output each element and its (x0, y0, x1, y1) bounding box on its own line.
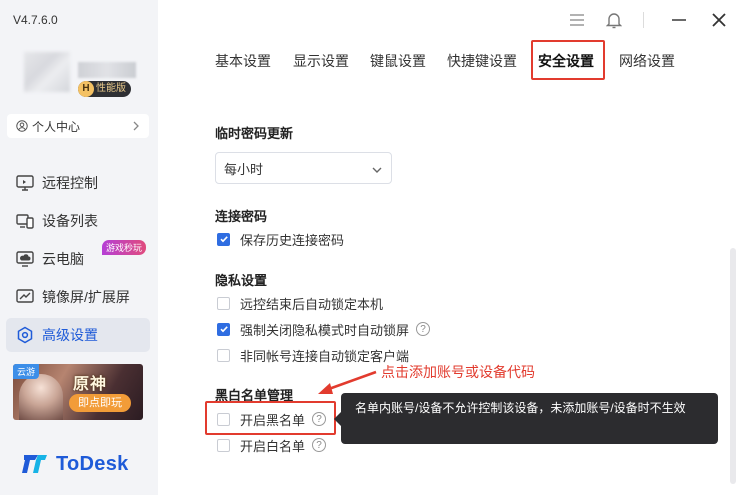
edition-label: 性能版 (96, 83, 126, 94)
tooltip-pointer (334, 412, 341, 426)
user-circle-icon (16, 120, 28, 132)
settings-gear-icon (14, 324, 36, 346)
force-lock-privacy-label: 强制关闭隐私模式时自动锁屏 (240, 322, 410, 338)
device-list-icon (14, 210, 36, 232)
chevron-right-icon (132, 120, 140, 135)
game-instant-play-tag: 游戏秒玩 (102, 240, 147, 255)
save-history-password-label: 保存历史连接密码 (240, 232, 345, 248)
sidebar: V4.7.6.0 H 性能版 个人中心 远程控制 设备列表 云电脑 游戏秒玩 镜… (0, 0, 158, 495)
tab-basic-settings[interactable]: 基本设置 (215, 51, 271, 71)
blacklist-highlight-box (205, 401, 336, 435)
personal-center-button[interactable]: 个人中心 (7, 114, 149, 138)
banner-title: 原神 (73, 374, 108, 393)
help-circle-icon[interactable]: ? (416, 322, 431, 336)
close-icon[interactable] (709, 10, 729, 30)
annotation-text: 点击添加账号或设备代码 (381, 364, 535, 380)
privacy-settings-title: 隐私设置 (215, 273, 268, 288)
auto-lock-client-checkbox[interactable] (217, 348, 230, 362)
todesk-logo-icon (22, 455, 47, 473)
sidebar-item-label: 云电脑 (42, 251, 84, 267)
mirror-screen-icon (14, 286, 36, 308)
brand-name: ToDesk (56, 452, 129, 475)
minimize-icon[interactable] (669, 10, 689, 30)
sidebar-item-mirror-screen[interactable]: 镜像屏/扩展屏 (6, 280, 150, 314)
security-tab-highlight-box (531, 40, 605, 80)
banner-play-button[interactable]: 即点即玩 (69, 394, 131, 412)
sidebar-item-remote-control[interactable]: 远程控制 (6, 166, 150, 200)
banner-character-image (19, 374, 63, 420)
brand-logo: ToDesk (22, 452, 129, 476)
app-version: V4.7.6.0 (13, 13, 58, 27)
auto-lock-after-remote-option[interactable]: 远控结束后自动锁定本机 (217, 294, 383, 312)
banner-corner-tag: 云游 (13, 364, 40, 379)
temp-password-title: 临时密码更新 (215, 126, 294, 141)
enable-whitelist-label: 开启白名单 (240, 438, 306, 454)
temp-password-interval-value: 每小时 (224, 161, 264, 177)
bell-icon[interactable] (604, 10, 624, 30)
auto-lock-after-remote-label: 远控结束后自动锁定本机 (240, 296, 384, 312)
edition-h-icon: H (78, 81, 94, 97)
sidebar-item-label: 远程控制 (42, 175, 98, 191)
edition-badge: H 性能版 (78, 81, 131, 97)
window-controls-divider (643, 12, 644, 28)
menu-icon[interactable] (567, 10, 587, 30)
sidebar-item-device-list[interactable]: 设备列表 (6, 204, 150, 238)
user-name-blurred (78, 62, 136, 78)
enable-whitelist-option[interactable]: 开启白名单 ? (217, 436, 327, 454)
tab-hotkey-settings[interactable]: 快捷键设置 (447, 51, 517, 71)
tab-network-settings[interactable]: 网络设置 (619, 51, 675, 71)
temp-password-interval-select[interactable]: 每小时 (215, 152, 392, 184)
monitor-remote-icon (14, 172, 36, 194)
tab-keyboard-mouse-settings[interactable]: 键鼠设置 (370, 51, 426, 71)
auto-lock-after-remote-checkbox[interactable] (217, 296, 230, 310)
sidebar-item-advanced-settings[interactable]: 高级设置 (6, 318, 150, 352)
scrollbar[interactable] (730, 248, 736, 484)
chevron-down-icon (371, 163, 383, 178)
help-circle-icon[interactable]: ? (312, 438, 327, 452)
cloud-pc-icon (14, 248, 36, 270)
force-lock-privacy-checkbox[interactable] (217, 322, 230, 336)
game-banner[interactable]: 云游 原神 即点即玩 (13, 364, 143, 420)
tab-display-settings[interactable]: 显示设置 (293, 51, 349, 71)
enable-whitelist-checkbox[interactable] (217, 438, 230, 452)
sidebar-item-label: 高级设置 (42, 327, 98, 343)
blacklist-tooltip: 名单内账号/设备不允许控制该设备，未添加账号/设备时不生效 (341, 393, 718, 444)
force-lock-privacy-option[interactable]: 强制关闭隐私模式时自动锁屏 ? (217, 320, 431, 338)
personal-center-label: 个人中心 (32, 119, 81, 134)
sidebar-item-label: 镜像屏/扩展屏 (42, 289, 130, 305)
sidebar-item-label: 设备列表 (42, 213, 98, 229)
avatar[interactable] (24, 52, 70, 92)
save-history-password-option[interactable]: 保存历史连接密码 (217, 230, 344, 248)
save-history-password-checkbox[interactable] (217, 232, 230, 246)
connection-password-title: 连接密码 (215, 209, 268, 224)
